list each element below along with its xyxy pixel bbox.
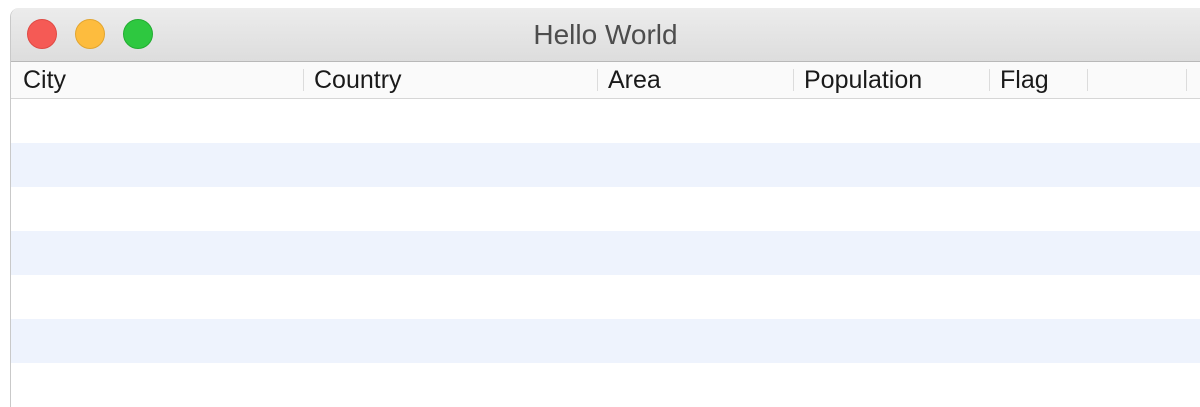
column-header-area[interactable]: Area xyxy=(598,62,794,98)
table-row[interactable] xyxy=(11,187,1200,231)
column-header-flag[interactable]: Flag xyxy=(990,62,1088,98)
table-header: City Country Area Population Flag xyxy=(11,62,1200,99)
table-row[interactable] xyxy=(11,231,1200,275)
table-row[interactable] xyxy=(11,363,1200,407)
column-header-population[interactable]: Population xyxy=(794,62,990,98)
table-row[interactable] xyxy=(11,143,1200,187)
column-header-label: Flag xyxy=(1000,66,1049,94)
app-window: Hello World City Country Area Population… xyxy=(10,8,1200,407)
column-header-city[interactable]: City xyxy=(11,62,304,98)
column-header-label: City xyxy=(23,66,67,94)
window-title: Hello World xyxy=(533,19,678,50)
column-divider[interactable] xyxy=(1186,69,1187,91)
table-row[interactable] xyxy=(11,275,1200,319)
table-body[interactable] xyxy=(11,99,1200,407)
column-header-empty[interactable] xyxy=(1088,62,1187,98)
column-header-label: Country xyxy=(314,66,402,94)
column-header-label: Area xyxy=(608,66,661,94)
table-row[interactable] xyxy=(11,319,1200,363)
column-header-label: Population xyxy=(804,66,923,94)
table-row[interactable] xyxy=(11,99,1200,143)
column-header-country[interactable]: Country xyxy=(304,62,598,98)
title-bar[interactable]: Hello World xyxy=(11,8,1200,62)
